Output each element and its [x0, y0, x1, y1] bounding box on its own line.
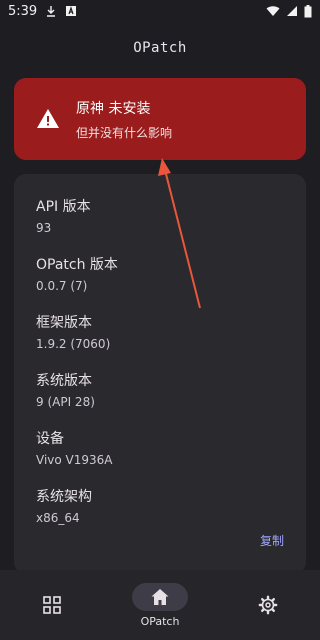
settings-gear-icon — [258, 595, 278, 615]
info-label: 设备 — [36, 431, 64, 447]
info-row-system-arch: 系统架构 x86_64 — [36, 486, 92, 525]
system-info-card: API 版本 93 OPatch 版本 0.0.7 (7) 框架版本 1.9.2… — [14, 174, 306, 574]
warning-triangle-icon — [37, 109, 59, 128]
info-row-opatch-version: OPatch 版本 0.0.7 (7) — [36, 254, 118, 293]
info-row-device: 设备 Vivo V1936A — [36, 428, 113, 467]
info-value: 0.0.7 (7) — [36, 279, 88, 293]
status-time: 5:39 — [8, 3, 38, 19]
page-title: OPatch — [133, 40, 187, 56]
info-label: 系统版本 — [36, 373, 92, 389]
info-value: Vivo V1936A — [36, 453, 113, 467]
info-value: 93 — [36, 221, 52, 235]
info-label: 系统架构 — [36, 489, 92, 505]
bottom-navigation: OPatch — [0, 570, 320, 640]
nav-modules[interactable] — [24, 570, 80, 640]
warning-title: 原神 未安装 — [76, 100, 151, 117]
info-value: 1.9.2 (7060) — [36, 337, 111, 351]
modules-grid-icon — [43, 596, 61, 614]
info-label: 框架版本 — [36, 315, 92, 331]
not-installed-warning-card[interactable]: 原神 未安装 但并没有什么影响 — [14, 78, 306, 160]
app-a-icon — [66, 6, 77, 16]
status-bar: 5:39 — [0, 0, 320, 22]
info-row-framework-version: 框架版本 1.9.2 (7060) — [36, 312, 110, 351]
nav-settings[interactable] — [240, 570, 296, 640]
info-value: x86_64 — [36, 511, 80, 525]
info-label: OPatch 版本 — [36, 257, 118, 273]
copy-button[interactable]: 复制 — [260, 532, 284, 549]
battery-icon — [304, 4, 312, 17]
home-icon — [151, 588, 169, 605]
nav-home[interactable]: OPatch — [131, 570, 189, 640]
info-value: 9 (API 28) — [36, 395, 95, 409]
info-row-api-version: API 版本 93 — [36, 196, 91, 235]
wifi-icon — [266, 6, 280, 16]
download-icon — [47, 6, 56, 17]
warning-subtitle: 但并没有什么影响 — [76, 125, 173, 140]
nav-active-indicator — [132, 582, 188, 611]
nav-home-label: OPatch — [140, 614, 180, 628]
info-label: API 版本 — [36, 199, 91, 215]
signal-icon — [287, 6, 297, 16]
info-row-system-version: 系统版本 9 (API 28) — [36, 370, 95, 409]
